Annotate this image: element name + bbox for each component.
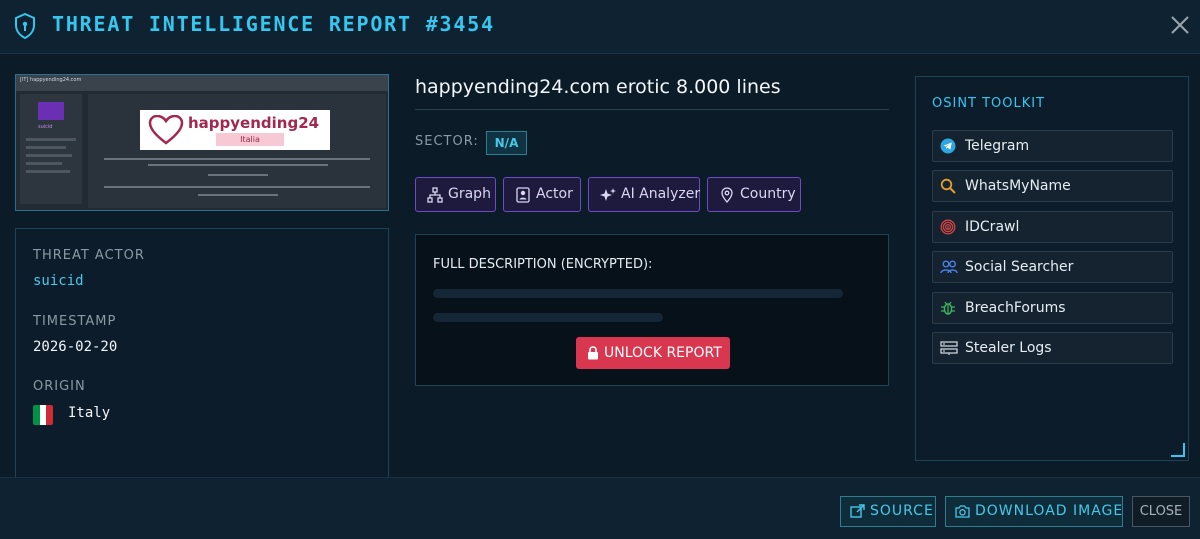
heart-icon xyxy=(148,115,184,145)
sector-badge: N/A xyxy=(486,131,527,155)
origin-value: Italy xyxy=(68,405,111,421)
italy-flag-icon xyxy=(33,405,53,425)
actor-label: Actor xyxy=(536,186,573,202)
unlock-report-button[interactable]: UNLOCK REPORT xyxy=(576,337,730,369)
thumbnail-line xyxy=(26,138,76,141)
redacted-text xyxy=(433,289,843,298)
tool-label: WhatsMyName xyxy=(965,178,1071,194)
bug-icon xyxy=(941,301,955,315)
thumbnail-text xyxy=(208,174,268,176)
close-icon[interactable] xyxy=(1169,14,1191,36)
map-pin-icon xyxy=(721,187,733,203)
tool-label: IDCrawl xyxy=(965,219,1020,235)
actor-icon xyxy=(516,187,530,203)
tool-idcrawl[interactable]: IDCrawl xyxy=(932,211,1173,243)
thumbnail-brand: happyending24 xyxy=(188,114,320,132)
description-heading: FULL DESCRIPTION (ENCRYPTED): xyxy=(433,257,653,272)
sector-label: SECTOR: xyxy=(415,134,479,149)
thumbnail-username: suicid xyxy=(38,124,53,130)
thumbnail-line xyxy=(26,154,72,157)
source-button[interactable]: SOURCE xyxy=(840,496,936,527)
thumbnail-line xyxy=(26,146,66,149)
divider xyxy=(415,109,889,110)
tool-social-searcher[interactable]: Social Searcher xyxy=(932,251,1173,283)
search-icon xyxy=(940,178,956,194)
thumbnail-brand-sub: Italia xyxy=(216,133,284,146)
modal-header: THREAT INTELLIGENCE REPORT #3454 xyxy=(0,0,1200,54)
users-icon xyxy=(940,260,958,274)
encrypted-description: FULL DESCRIPTION (ENCRYPTED): UNLOCK REP… xyxy=(415,234,889,386)
tool-whatsmyname[interactable]: WhatsMyName xyxy=(932,170,1173,202)
thumbnail-avatar xyxy=(38,102,64,120)
panel-corner-accent xyxy=(1171,443,1185,457)
ai-analyzer-label: AI Analyzer xyxy=(621,186,701,202)
camera-icon xyxy=(955,505,970,518)
report-heading: happyending24.com erotic 8.000 lines xyxy=(415,76,781,98)
osint-title: OSINT TOOLKIT xyxy=(932,96,1046,111)
telegram-icon xyxy=(940,138,956,154)
graph-label: Graph xyxy=(448,186,491,202)
thumbnail-post: happyending24 Italia xyxy=(88,94,386,208)
tool-label: Telegram xyxy=(965,138,1030,154)
osint-toolkit-panel: OSINT TOOLKIT Telegram WhatsMyName IDCra… xyxy=(915,76,1189,461)
close-button[interactable]: CLOSE xyxy=(1132,496,1190,527)
fingerprint-icon xyxy=(940,219,956,235)
tool-stealer-logs[interactable]: Stealer Logs xyxy=(932,332,1173,364)
thumbnail-url: [IT] happyending24.com xyxy=(20,77,82,83)
country-button[interactable]: Country xyxy=(707,177,801,212)
tool-breachforums[interactable]: BreachForums xyxy=(932,292,1173,324)
graph-icon xyxy=(427,187,443,203)
country-label: Country xyxy=(740,186,796,202)
report-title: THREAT INTELLIGENCE REPORT #3454 xyxy=(52,12,495,36)
timestamp-label: TIMESTAMP xyxy=(33,314,117,329)
source-label: SOURCE xyxy=(870,503,934,519)
thumbnail-text xyxy=(104,186,370,188)
redacted-text xyxy=(433,313,663,322)
thumbnail-topbar: [IT] happyending24.com xyxy=(16,75,388,91)
tool-telegram[interactable]: Telegram xyxy=(932,130,1173,162)
lock-icon xyxy=(588,346,598,360)
threat-actor-label: THREAT ACTOR xyxy=(33,248,145,263)
graph-button[interactable]: Graph xyxy=(415,177,496,212)
unlock-report-label: UNLOCK REPORT xyxy=(604,345,722,361)
ai-analyzer-button[interactable]: AI Analyzer xyxy=(588,177,700,212)
thumbnail-sidebar: suicid xyxy=(20,94,82,204)
download-image-button[interactable]: DOWNLOAD IMAGE xyxy=(945,496,1123,527)
thumbnail-logo: happyending24 Italia xyxy=(140,110,330,150)
thumbnail-text xyxy=(198,194,278,196)
evidence-screenshot[interactable]: [IT] happyending24.com suicid happyendin… xyxy=(15,74,389,211)
thumbnail-text xyxy=(148,164,328,166)
server-icon xyxy=(940,341,958,355)
actor-button[interactable]: Actor xyxy=(503,177,581,212)
origin-label: ORIGIN xyxy=(33,379,86,394)
shield-icon xyxy=(15,13,35,39)
timestamp-value: 2026-02-20 xyxy=(33,339,118,355)
threat-actor-value: suicid xyxy=(33,273,84,289)
external-link-icon xyxy=(850,504,865,518)
thumbnail-text xyxy=(104,158,370,160)
tool-label: BreachForums xyxy=(965,300,1066,316)
download-image-label: DOWNLOAD IMAGE xyxy=(975,503,1124,519)
thumbnail-line xyxy=(26,162,62,165)
thumbnail-line xyxy=(26,170,70,173)
sparkle-icon xyxy=(600,188,616,201)
tool-label: Stealer Logs xyxy=(965,340,1052,356)
tool-label: Social Searcher xyxy=(965,259,1074,275)
